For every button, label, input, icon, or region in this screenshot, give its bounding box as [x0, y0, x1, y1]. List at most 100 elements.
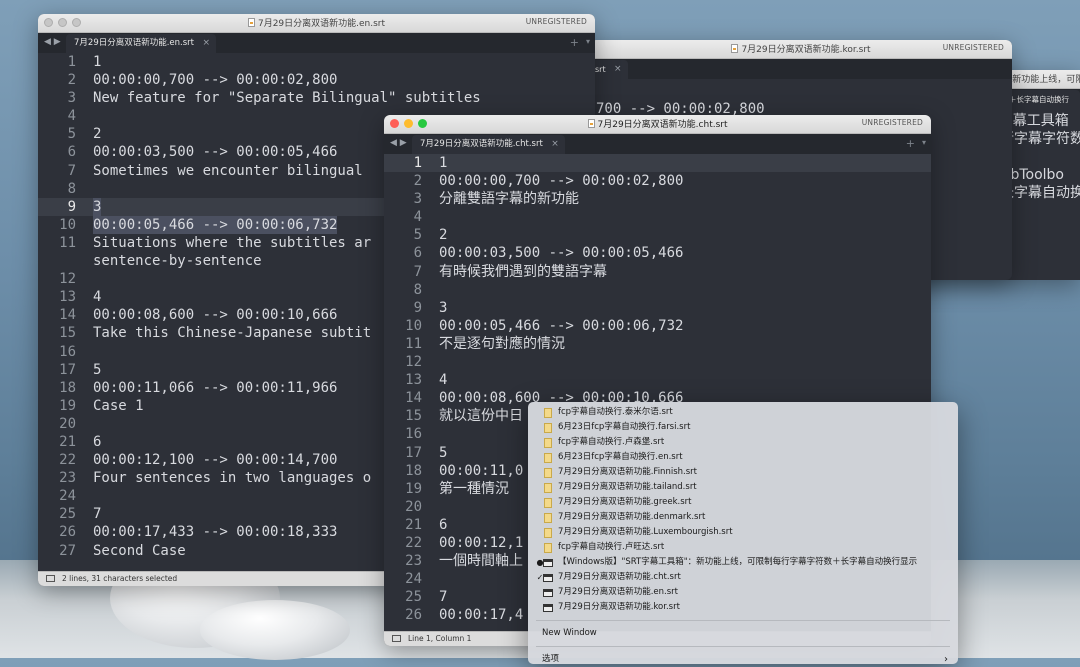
- panel-toggle-icon[interactable]: [392, 635, 401, 642]
- line-text: 分離雙語字幕的新功能: [439, 191, 579, 208]
- titlebar[interactable]: 7月29日分离双语新功能.cht.srt UNREGISTERED: [384, 115, 931, 134]
- line-number: 25: [405, 589, 422, 606]
- open-window-item[interactable]: 7月29日分离双语新功能.kor.srt: [528, 600, 958, 615]
- submenu-arrow-icon: ›: [944, 654, 948, 665]
- line-number: 1: [413, 155, 422, 171]
- close-tab-icon[interactable]: ×: [551, 135, 559, 154]
- code-line[interactable]: 52: [384, 226, 931, 244]
- code-line[interactable]: 2 00:00:00,700 --> 00:00:02,800: [38, 71, 595, 89]
- code-line[interactable]: 3 New feature for "Separate Bilingual" su…: [38, 89, 595, 107]
- line-text: Sometimes we encounter bilingual: [93, 162, 363, 179]
- window-menu-dropdown[interactable]: fcp字幕自动换行.泰米尔语.srt 6月23日fcp字幕自动换行.farsi.s…: [528, 402, 958, 667]
- recent-file-item[interactable]: fcp字幕自动换行.卢森堡.srt: [528, 435, 958, 450]
- tab-nav-arrows-icon[interactable]: ◀ ▶: [390, 138, 407, 148]
- open-window-item[interactable]: 7月29日分离双语新功能.en.srt: [528, 585, 958, 600]
- line-text: 第一種情況: [439, 480, 509, 497]
- new-window-item[interactable]: New Window: [528, 626, 958, 641]
- file-icon: [544, 453, 552, 463]
- code-line[interactable]: 2 00:00:00,700 --> 00:00:02,800: [384, 172, 931, 190]
- line-text: 00:00:12,1: [439, 534, 524, 551]
- code-line[interactable]: 11: [38, 53, 595, 71]
- options-item[interactable]: 选项 ›: [528, 652, 958, 667]
- code-line[interactable]: 12: [384, 353, 931, 371]
- code-line[interactable]: 3 分離雙語字幕的新功能: [384, 190, 931, 208]
- recent-file-item[interactable]: 7月29日分离双语新功能.Luxembourgish.srt: [528, 525, 958, 540]
- line-number: 14: [405, 390, 422, 407]
- recent-file-item[interactable]: 7月29日分离双语新功能.denmark.srt: [528, 510, 958, 525]
- line-text: sentence-by-sentence: [93, 253, 262, 270]
- code-line[interactable]: 7 有時候我們遇到的雙語字幕: [384, 263, 931, 281]
- window-icon: [543, 604, 553, 612]
- menu-separator: [536, 646, 950, 647]
- line-number: 20: [59, 415, 76, 432]
- new-tab-icon[interactable]: +: [570, 36, 579, 49]
- code-line[interactable]: 13 4: [384, 371, 931, 389]
- line-text: 00:00:17,4: [439, 607, 524, 624]
- line-text: 不是逐句對應的情況: [439, 335, 565, 352]
- recent-file-item[interactable]: fcp字幕自动换行.卢旺达.srt: [528, 540, 958, 555]
- tab-nav-arrows-icon[interactable]: ◀ ▶: [44, 37, 61, 47]
- file-icon: [544, 498, 552, 508]
- tab-bar: srt ×: [590, 59, 1012, 79]
- line-number: 26: [405, 607, 422, 624]
- code-line[interactable]: 11: [384, 154, 931, 173]
- close-tab-icon[interactable]: ×: [202, 34, 210, 53]
- file-icon: [544, 483, 552, 493]
- line-number: 6: [413, 245, 422, 262]
- recent-file-item[interactable]: 7月29日分离双语新功能.Finnish.srt: [528, 465, 958, 480]
- recent-file-item[interactable]: 6月23日fcp字幕自动换行.en.srt: [528, 450, 958, 465]
- line-number: 13: [59, 289, 76, 306]
- tab-active[interactable]: srt ×: [590, 60, 628, 79]
- recent-file-item[interactable]: 7月29日分离双语新功能.tailand.srt: [528, 480, 958, 495]
- open-window-item[interactable]: ● 【Windows版】"SRT字幕工具箱"：新功能上线，可限制每行字幕字符数＋长…: [528, 555, 958, 570]
- line-number: 26: [59, 524, 76, 541]
- line-number: 20: [405, 498, 422, 515]
- titlebar[interactable]: 7月29日分离双语新功能.en.srt UNREGISTERED: [38, 14, 595, 33]
- line-text: 1: [439, 155, 448, 171]
- tab-dropdown-icon[interactable]: ▾: [922, 138, 926, 147]
- open-window-item[interactable]: ✓ 7月29日分离双语新功能.cht.srt: [528, 570, 958, 585]
- line-number: 22: [405, 534, 422, 551]
- line-number: 21: [405, 516, 422, 533]
- line-number: 25: [59, 506, 76, 523]
- close-tab-icon[interactable]: ×: [614, 60, 622, 79]
- line-number: 7: [67, 162, 76, 179]
- line-text: 一個時間軸上: [439, 553, 523, 570]
- line-text: 00:00:08,600 --> 00:00:10,666: [93, 307, 338, 324]
- titlebar[interactable]: 7月29日分离双语新功能.kor.srt UNREGISTERED: [590, 40, 1012, 59]
- panel-toggle-icon[interactable]: [46, 575, 55, 582]
- code-line[interactable]: 4: [384, 208, 931, 226]
- line-number: 22: [59, 452, 76, 469]
- tab-bar: ◀ ▶ 7月29日分离双语新功能.en.srt × + ▾: [38, 33, 595, 53]
- line-number: 2: [413, 173, 422, 190]
- tab-dropdown-icon[interactable]: ▾: [586, 37, 590, 46]
- window-title: 7月29日分离双语新功能.cht.srt: [384, 117, 931, 130]
- code-line[interactable]: 6 00:00:03,500 --> 00:00:05,466: [384, 244, 931, 262]
- recent-file-item[interactable]: 7月29日分离双语新功能.greek.srt: [528, 495, 958, 510]
- menu-separator: [536, 620, 950, 621]
- code-line[interactable]: 93: [384, 299, 931, 317]
- window-icon: [543, 589, 553, 597]
- line-number: 17: [59, 361, 76, 378]
- window-icon: [543, 574, 553, 582]
- line-number: 12: [59, 271, 76, 288]
- recent-file-item[interactable]: fcp字幕自动换行.泰米尔语.srt: [528, 405, 958, 420]
- line-number: 18: [405, 462, 422, 479]
- line-text: 00:00:05,466 --> 00:00:06,732: [439, 317, 684, 334]
- tab-cht[interactable]: 7月29日分离双语新功能.cht.srt ×: [412, 135, 565, 154]
- code-line[interactable]: 10 00:00:05,466 --> 00:00:06,732: [384, 317, 931, 335]
- file-icon: [544, 438, 552, 448]
- tab-en[interactable]: 7月29日分离双语新功能.en.srt ×: [66, 34, 217, 53]
- new-tab-icon[interactable]: +: [906, 137, 915, 150]
- document-icon: [247, 18, 255, 27]
- line-text: 6: [439, 516, 448, 533]
- line-number: 3: [67, 90, 76, 107]
- line-number: 19: [59, 397, 76, 414]
- line-number: 13: [405, 372, 422, 389]
- line-number: 7: [413, 263, 422, 280]
- line-text: 2: [93, 126, 102, 143]
- code-line[interactable]: 11 不是逐句對應的情況: [384, 335, 931, 353]
- code-line[interactable]: 8: [384, 281, 931, 299]
- recent-file-item[interactable]: 6月23日fcp字幕自动换行.farsi.srt: [528, 420, 958, 435]
- line-number: 18: [59, 379, 76, 396]
